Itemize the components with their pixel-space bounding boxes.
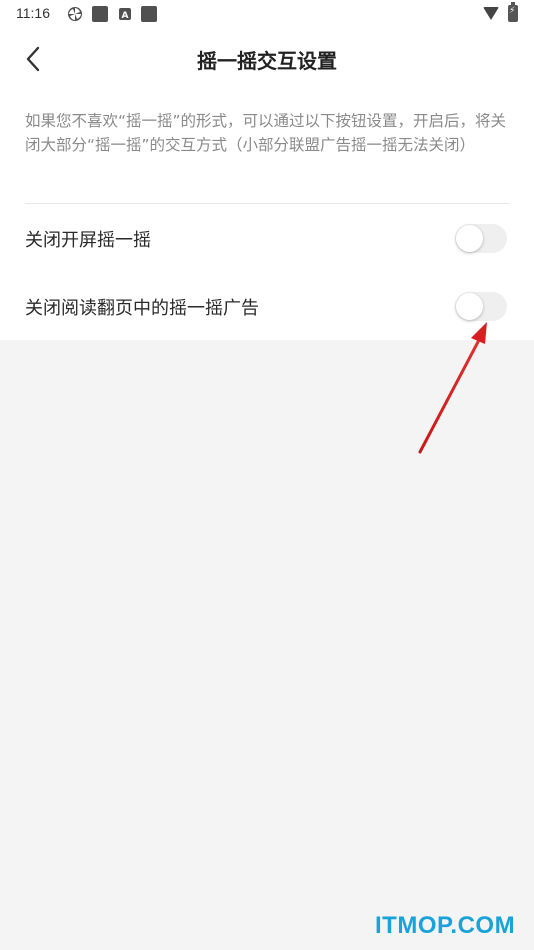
setting-label: 关闭阅读翻页中的摇一摇广告	[25, 298, 259, 319]
settings-card: 如果您不喜欢“摇一摇”的形式，可以通过以下按钮设置，开启后，将关闭大部分“摇一摇…	[0, 90, 534, 340]
page-header: 摇一摇交互设置	[0, 28, 534, 90]
status-bar: 11:16 A	[0, 0, 534, 28]
toggle-knob	[456, 225, 483, 252]
setting-label: 关闭开屏摇一摇	[25, 230, 151, 251]
splash-shake-toggle[interactable]	[455, 224, 507, 253]
reading-shake-ad-toggle[interactable]	[455, 292, 507, 321]
setting-row-splash-shake[interactable]: 关闭开屏摇一摇	[0, 208, 534, 268]
status-time: 11:16	[16, 5, 50, 21]
setting-row-reading-shake-ad[interactable]: 关闭阅读翻页中的摇一摇广告	[0, 276, 534, 336]
square-icon	[141, 6, 157, 22]
app-icon	[92, 6, 108, 22]
battery-charging-icon	[508, 2, 518, 22]
page-title: 摇一摇交互设置	[197, 49, 337, 73]
pinwheel-icon	[67, 6, 83, 22]
description-text: 如果您不喜欢“摇一摇”的形式，可以通过以下按钮设置，开启后，将关闭大部分“摇一摇…	[25, 112, 507, 154]
wifi-icon	[483, 7, 499, 20]
watermark: ITMOP.COM	[375, 912, 516, 939]
toggle-knob	[456, 293, 483, 320]
divider	[25, 203, 510, 204]
a-icon: A	[119, 8, 131, 21]
